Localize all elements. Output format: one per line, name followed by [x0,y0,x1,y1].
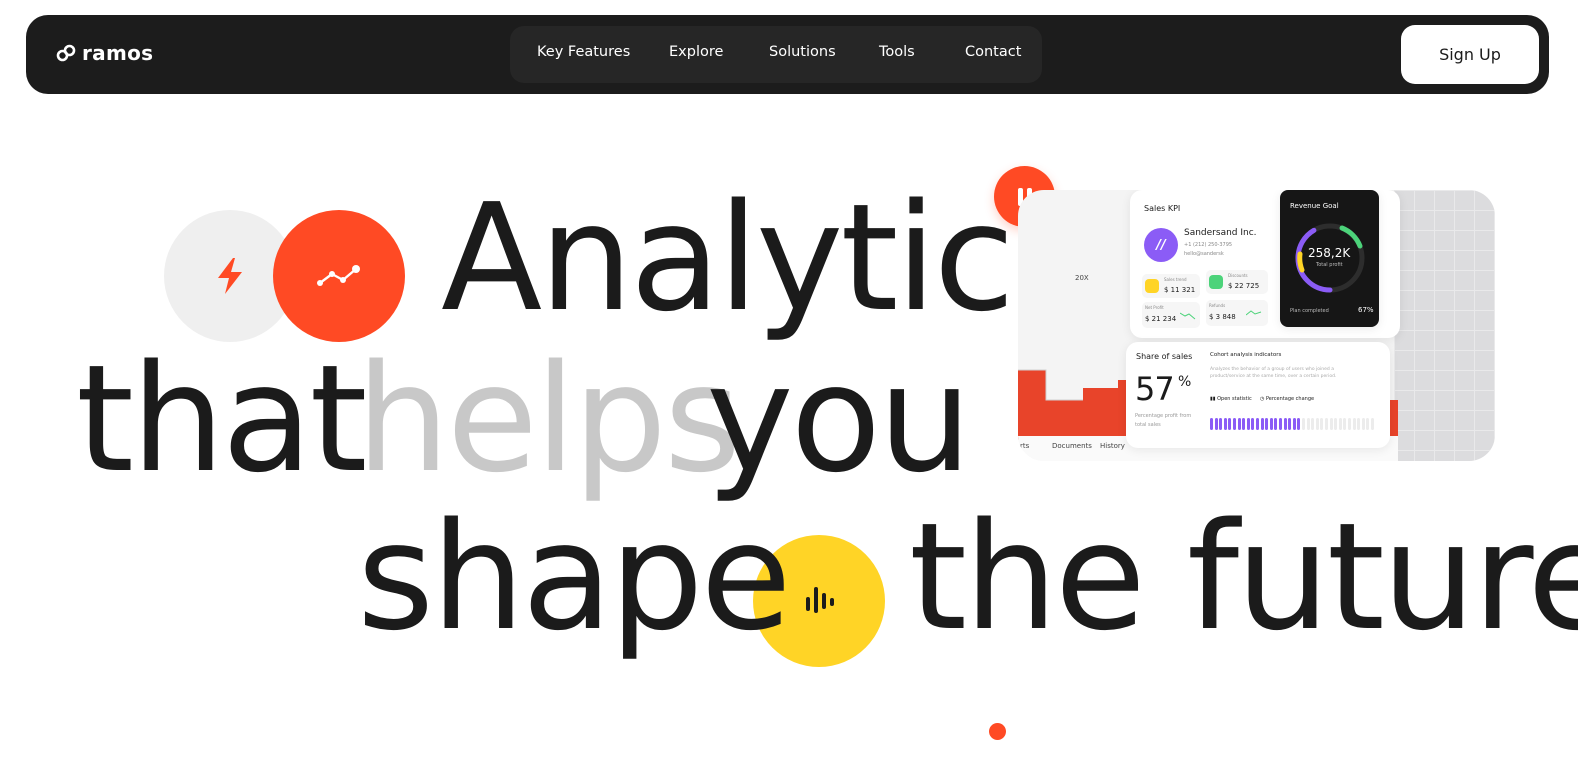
cohort-bar-segment [1223,418,1227,430]
revenue-value: 258,2K [1308,246,1351,260]
cohort-title: Cohort analysis indicators [1210,352,1282,358]
nav-menu: Key Features Explore Solutions Tools Con… [510,26,1042,83]
cohort-progress-bars [1210,418,1380,430]
cohort-bar-segment [1219,418,1223,430]
cohort-bar-segment [1246,418,1250,430]
cohort-bar-segment [1320,418,1324,430]
cohort-bar-segment [1210,418,1213,430]
company-phone: +1 (212) 250-3795 [1184,242,1233,248]
cohort-bar-segment [1348,418,1351,430]
slide-indicator-dot[interactable] [989,723,1006,740]
nav-link-key-features[interactable]: Key Features [537,44,630,60]
top-navbar: ramos Key Features Explore Solutions Too… [26,15,1549,94]
nav-link-solutions[interactable]: Solutions [769,44,836,60]
cohort-bar-segment [1315,418,1319,430]
cohort-bar-segment [1338,418,1342,430]
link-icon [56,44,76,62]
headline-shape: shape [357,491,792,663]
cohort-bar-segment [1366,418,1370,430]
cohort-bar-segment [1292,418,1296,430]
percentage-change-link[interactable]: ◷ Percentage change [1260,396,1314,402]
cohort-bar-segment [1306,418,1310,430]
trend-circle [273,210,405,342]
cohort-bar-segment [1265,418,1269,430]
cohort-bar-segment [1251,418,1255,430]
cohort-bar-segment [1228,418,1232,430]
cohort-bar-segment [1329,418,1333,430]
sign-up-button[interactable]: Sign Up [1401,25,1539,84]
dashboard-preview: 20X rts Documents History Sales KPI // S… [1018,190,1495,461]
cohort-bar-segment [1352,418,1356,430]
headline-that: that [76,333,368,505]
grid-background [1394,190,1495,461]
cohort-bar-segment [1334,418,1338,430]
plan-label: Plan completed [1290,308,1329,314]
headline-you: you [706,333,972,505]
share-title: Share of sales [1136,352,1193,361]
tab-reports[interactable]: rts [1020,442,1029,450]
headline-the-future: the future [909,491,1578,663]
revenue-sub: Total profit [1316,262,1343,268]
cohort-bar-segment [1311,418,1315,430]
company-email: hello@sandersk [1184,251,1224,257]
nav-link-explore[interactable]: Explore [669,44,723,60]
audio-bars-icon [806,587,834,613]
share-caption: Percentage profit from total sales [1135,413,1192,428]
cohort-bar-segment [1260,418,1264,430]
revenue-goal-card: Revenue Goal 258,2K Total profit Plan co… [1280,190,1379,327]
nav-link-contact[interactable]: Contact [965,44,1021,60]
cohort-bar-segment [1325,418,1328,430]
stat-sales-trend: Sales trend $ 11 321 [1142,274,1200,298]
cohort-bar-segment [1242,418,1246,430]
headline-analytics: Analytics [441,172,1089,344]
cohort-bar-segment [1233,418,1236,430]
logo[interactable]: ramos [56,43,153,63]
company-name: Sandersand Inc. [1184,228,1257,238]
sales-kpi-title: Sales KPI [1144,204,1181,213]
cohort-bar-segment [1371,418,1374,430]
share-unit: % [1178,374,1192,390]
cohort-bar-segment [1279,418,1282,430]
cohort-bar-segment [1302,418,1305,430]
share-value: 57 [1135,370,1175,408]
company-avatar: // [1144,228,1178,262]
tab-history[interactable]: History [1100,442,1125,450]
cohort-bar-segment [1361,418,1365,430]
chart-multiplier-label: 20X [1075,274,1089,282]
lightning-icon [218,258,242,294]
cohort-bar-segment [1237,418,1241,430]
stat-refunds: Refunds $ 3 848 [1206,300,1268,326]
cohort-bar-segment [1283,418,1287,430]
trend-line-icon [317,265,360,286]
share-of-sales-card: Share of sales 57 % Percentage profit fr… [1126,342,1390,448]
cohort-bar-segment [1214,418,1218,430]
cohort-bar-segment [1343,418,1347,430]
headline-helps: helps [356,333,741,505]
logo-text: ramos [82,41,154,65]
cohort-bar-segment [1274,418,1278,430]
cohort-bar-segment [1357,418,1361,430]
tab-documents[interactable]: Documents [1052,442,1092,450]
plan-value: 67% [1358,306,1374,314]
cohort-bar-segment [1269,418,1273,430]
stat-discounts: Discounts $ 22 725 [1206,270,1268,294]
cohort-bar-segment [1288,418,1292,430]
cohort-bar-segment [1256,418,1259,430]
nav-link-tools[interactable]: Tools [879,44,915,60]
cohort-text: Analyzes the behavior of a group of user… [1210,367,1337,379]
revenue-goal-title: Revenue Goal [1290,202,1339,210]
stat-net-profit: Net Profit $ 21 234 [1142,302,1200,328]
open-statistic-link[interactable]: ▮▮ Open statistic [1210,396,1252,402]
cohort-bar-segment [1297,418,1301,430]
